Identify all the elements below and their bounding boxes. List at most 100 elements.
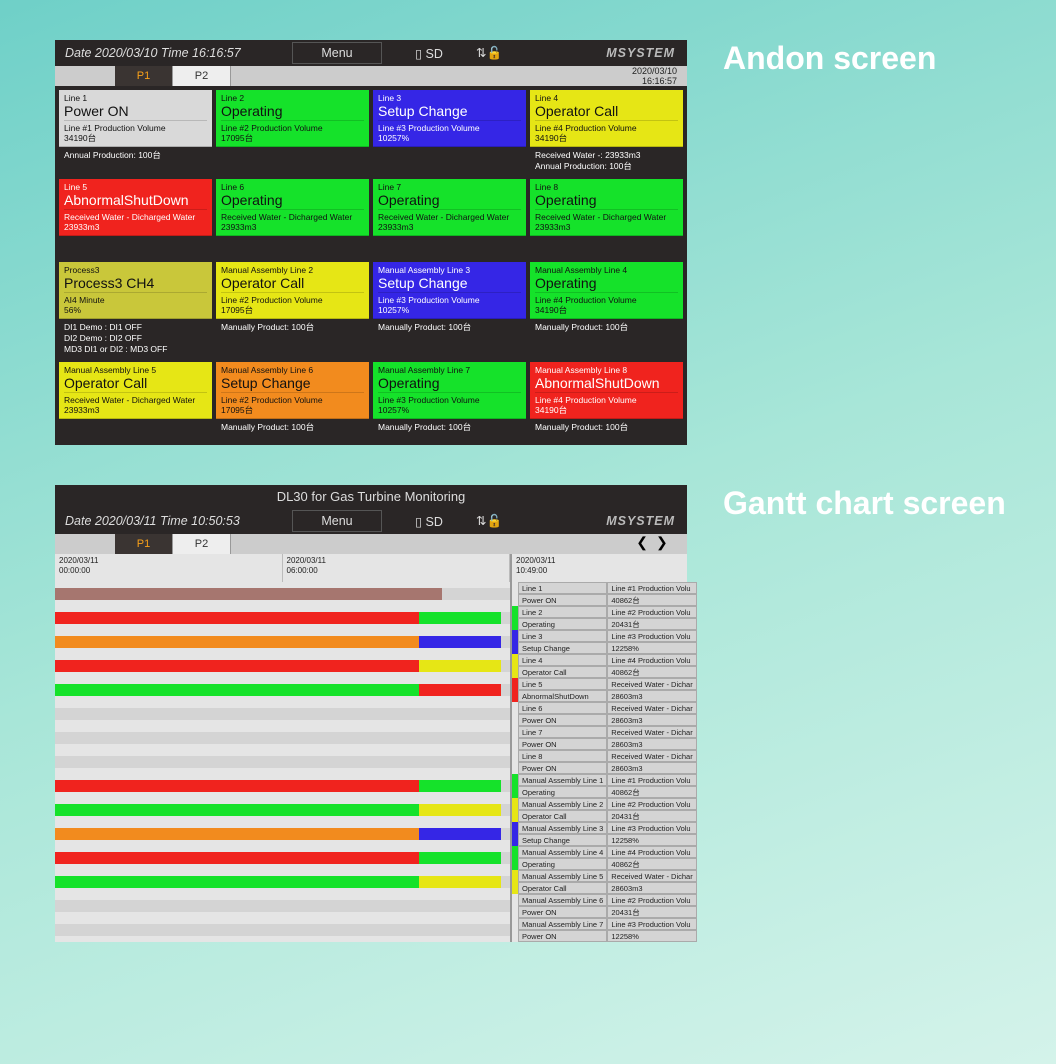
panel-state: Power ON [518,738,607,750]
gantt-bar-row [55,702,510,726]
cell-status: AbnormalShutDown [64,192,207,210]
cell-metric-value: 34190台 [535,133,678,143]
cell-metric-value: 17095台 [221,305,364,315]
sd-icon[interactable]: ▯ SD [394,46,464,61]
andon-cell[interactable]: Line 7OperatingReceived Water - Dicharge… [373,179,526,258]
panel-line-label: Line 2 [518,606,607,618]
lock-icon[interactable]: ⇅🔓 [464,45,514,61]
gantt-bar-row [55,606,510,630]
andon-datetime: Date 2020/03/10 Time 16:16:57 [55,46,280,60]
panel-line-label: Line 4 [518,654,607,666]
andon-cell[interactable]: Line 3Setup ChangeLine #3 Production Vol… [373,90,526,175]
gantt-menu-button[interactable]: Menu [292,510,382,532]
andon-cell[interactable]: Manual Assembly Line 6Setup ChangeLine #… [216,362,369,441]
gantt-bars-column: 2020/03/1100:00:00 2020/03/1106:00:00 [55,554,510,942]
cell-info: Manually Product: 100台 [216,319,369,341]
panel-meta-label: Line #1 Production Volu [607,582,696,594]
gantt-app-title: DL30 for Gas Turbine Monitoring [55,485,687,508]
gantt-bar-row [55,726,510,750]
gantt-segment [419,876,501,888]
cell-info: Manually Product: 100台 [373,319,526,341]
cell-metric-label: Line #3 Production Volume [378,395,521,405]
panel-value: 20431台 [607,906,696,918]
andon-cell[interactable]: Manual Assembly Line 8AbnormalShutDownLi… [530,362,683,441]
cell-metric-value: 23933m3 [64,405,207,415]
cell-metric-label: Line #4 Production Volume [535,395,678,405]
gantt-tab-p1[interactable]: P1 [115,534,173,554]
cell-status: AbnormalShutDown [535,375,678,393]
panel-state: Operating [518,786,607,798]
gantt-segment [55,828,419,840]
panel-line-label: Line 8 [518,750,607,762]
panel-state: Setup Change [518,834,607,846]
gantt-time-axis: 2020/03/1100:00:00 2020/03/1106:00:00 [55,554,510,582]
andon-card: Line 2OperatingLine #2 Production Volume… [216,90,369,147]
gantt-segment [419,804,501,816]
panel-value: 12258% [607,834,696,846]
gantt-bar-row [55,774,510,798]
andon-cell[interactable]: Line 1Power ONLine #1 Production Volume3… [59,90,212,175]
gantt-tabbar: P1 P2 ❮ ❯ [55,534,687,554]
cell-metric-value: 10257% [378,133,521,143]
cell-line: Line 1 [64,93,207,103]
panel-state: Power ON [518,762,607,774]
cell-metric-value: 10257% [378,405,521,415]
andon-cell[interactable]: Line 8OperatingReceived Water - Dicharge… [530,179,683,258]
andon-cell[interactable]: Process3Process3 CH4AI4 Minute56%DI1 Dem… [59,262,212,358]
andon-cell[interactable]: Line 4Operator CallLine #4 Production Vo… [530,90,683,175]
andon-card: Manual Assembly Line 6Setup ChangeLine #… [216,362,369,419]
cell-info [59,236,212,258]
gantt-prev-button[interactable]: ❮ [636,534,648,551]
tab-p2[interactable]: P2 [173,66,231,86]
cell-metric-value: 23933m3 [378,222,521,232]
panel-state: Operator Call [518,882,607,894]
andon-card: Line 1Power ONLine #1 Production Volume3… [59,90,212,147]
andon-cell[interactable]: Manual Assembly Line 3Setup ChangeLine #… [373,262,526,358]
gantt-lock-icon[interactable]: ⇅🔓 [464,513,514,529]
gantt-tab-p2[interactable]: P2 [173,534,231,554]
gantt-segment [55,660,419,672]
cell-info: Manually Product: 100台 [216,419,369,441]
andon-card: Process3Process3 CH4AI4 Minute56% [59,262,212,319]
cell-line: Manual Assembly Line 7 [378,365,521,375]
andon-menu-button[interactable]: Menu [292,42,382,64]
cell-metric-label: Line #2 Production Volume [221,295,364,305]
panel-line-label: Line 1 [518,582,607,594]
cell-line: Manual Assembly Line 5 [64,365,207,375]
cell-metric-label: Line #4 Production Volume [535,295,678,305]
gantt-sd-icon[interactable]: ▯ SD [394,514,464,529]
gantt-segment [55,852,419,864]
cell-line: Manual Assembly Line 2 [221,265,364,275]
cell-status: Setup Change [378,275,521,293]
andon-cell[interactable]: Manual Assembly Line 4OperatingLine #4 P… [530,262,683,358]
panel-state: Operator Call [518,666,607,678]
panel-line-label: Manual Assembly Line 3 [518,822,607,834]
andon-cell[interactable]: Manual Assembly Line 7OperatingLine #3 P… [373,362,526,441]
andon-cell[interactable]: Line 2OperatingLine #2 Production Volume… [216,90,369,175]
gantt-panel-row: Manual Assembly Line 4OperatingLine #4 P… [512,846,697,870]
andon-cell[interactable]: Manual Assembly Line 2Operator CallLine … [216,262,369,358]
gantt-panel-row: Line 2OperatingLine #2 Production Volu20… [512,606,697,630]
cell-status: Operating [535,192,678,210]
panel-state: AbnormalShutDown [518,690,607,702]
panel-meta-label: Line #4 Production Volu [607,654,696,666]
panel-value: 28603m3 [607,738,696,750]
gantt-segment [55,636,419,648]
cell-info [216,147,369,169]
andon-cell[interactable]: Manual Assembly Line 5Operator CallRecei… [59,362,212,441]
cell-metric-value: 17095台 [221,405,364,415]
gantt-body: 2020/03/1100:00:00 2020/03/1106:00:00 20… [55,554,687,942]
panel-line-label: Manual Assembly Line 5 [518,870,607,882]
cell-status: Operating [535,275,678,293]
panel-state: Setup Change [518,642,607,654]
tab-p1[interactable]: P1 [115,66,173,86]
gantt-panel-row: Line 3Setup ChangeLine #3 Production Vol… [512,630,697,654]
panel-value: 12258% [607,642,696,654]
panel-value: 40862台 [607,666,696,678]
andon-cell[interactable]: Line 5AbnormalShutDownReceived Water - D… [59,179,212,258]
gantt-next-button[interactable]: ❯ [656,534,668,551]
cell-status: Power ON [64,103,207,121]
andon-tabbar: P1 P2 2020/03/1016:16:57 [55,66,687,86]
cell-line: Line 7 [378,182,521,192]
andon-cell[interactable]: Line 6OperatingReceived Water - Dicharge… [216,179,369,258]
